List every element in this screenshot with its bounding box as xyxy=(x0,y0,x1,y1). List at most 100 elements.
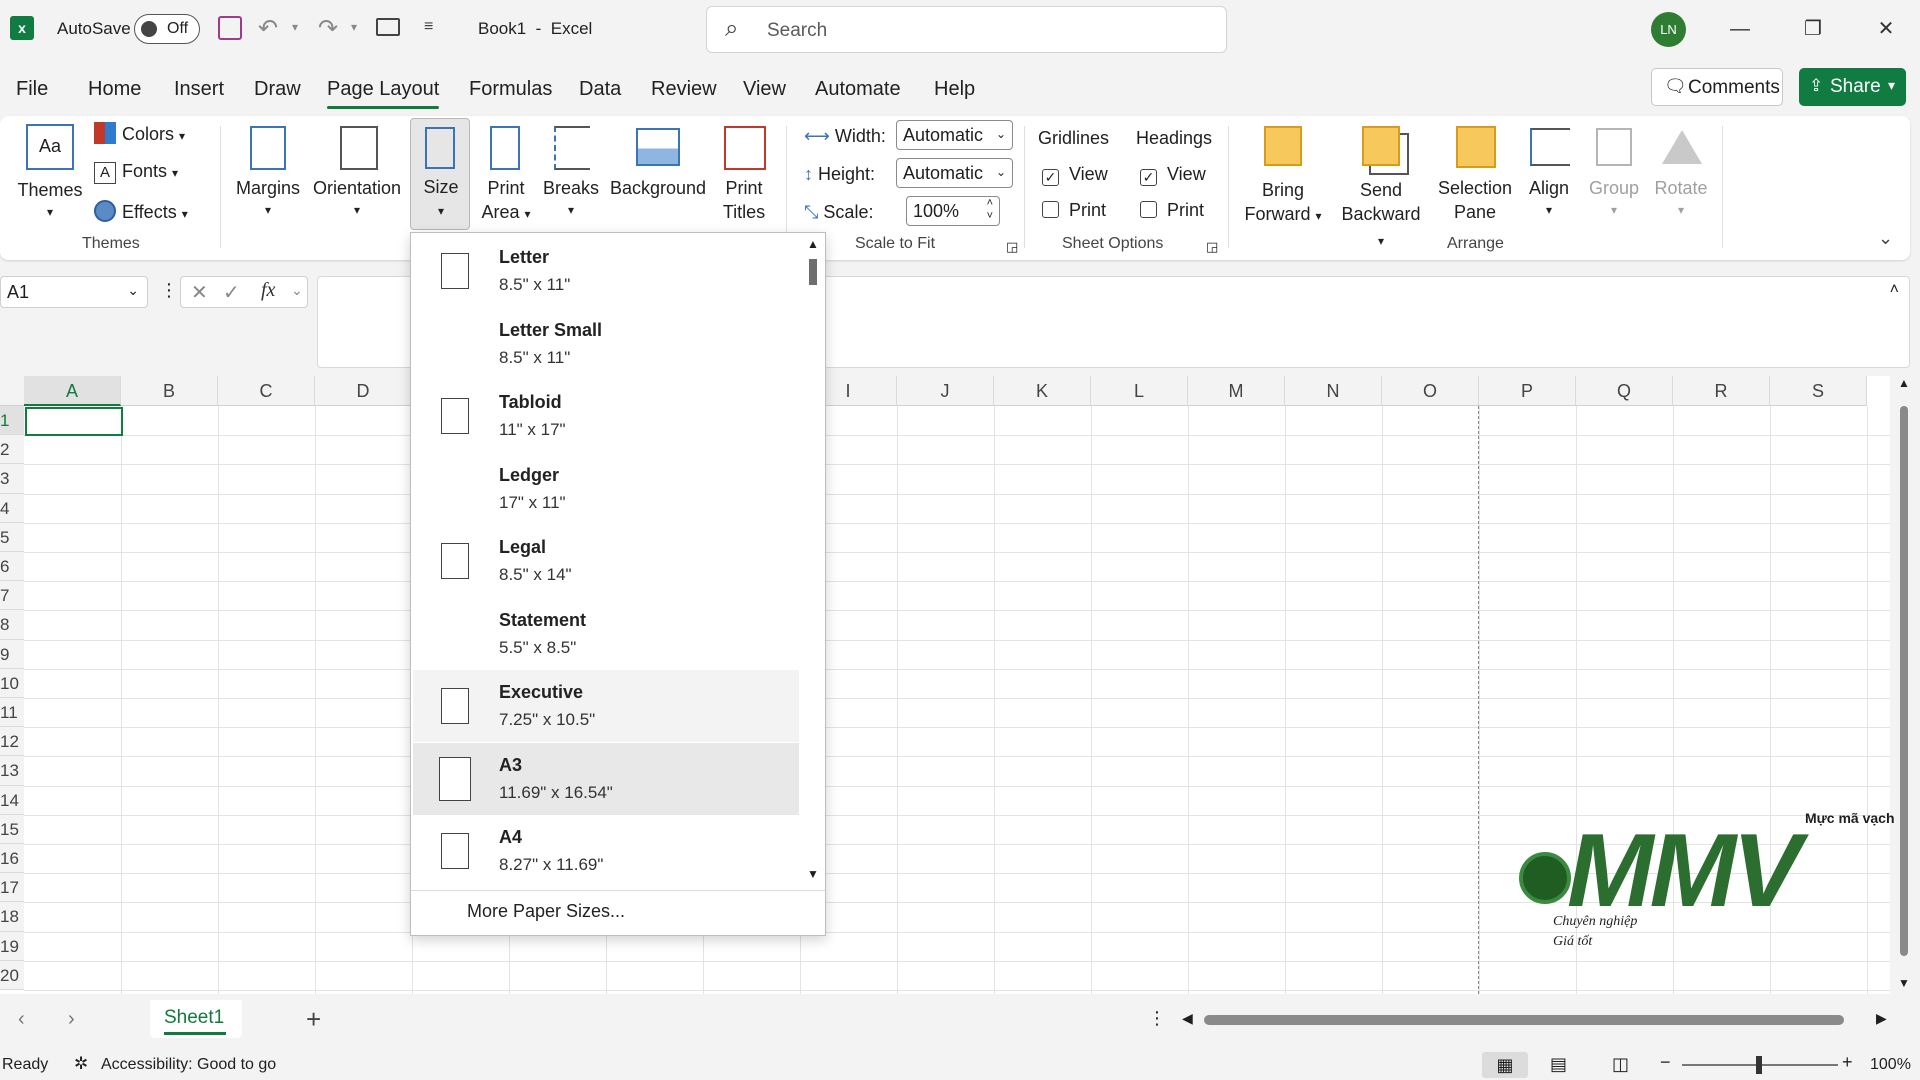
row-header-9[interactable]: 9 xyxy=(0,639,24,669)
search-box[interactable]: ⌕ Search xyxy=(706,6,1227,53)
paper-size-item-a3[interactable]: A3 11.69" x 16.54" xyxy=(413,742,799,815)
fonts-button[interactable]: A Fonts ▾ xyxy=(94,161,178,184)
save-icon[interactable] xyxy=(218,16,242,40)
vertical-scrollbar[interactable]: ▲ ▼ xyxy=(1896,376,1912,994)
themes-button[interactable]: Aa Themes ▾ xyxy=(14,120,86,230)
scale-spinner[interactable]: 100% ˄ ˅ xyxy=(906,196,1000,226)
row-header-8[interactable]: 8 xyxy=(0,610,24,640)
select-all-corner[interactable] xyxy=(0,376,24,406)
restore-icon[interactable]: ❐ xyxy=(1793,10,1833,48)
share-button[interactable]: ⇪ Share ▾ xyxy=(1799,68,1906,106)
tab-automate[interactable]: Automate xyxy=(815,78,901,101)
row-header-16[interactable]: 16 xyxy=(0,844,24,874)
paper-size-item-letter[interactable]: Letter 8.5" x 11" xyxy=(413,235,799,307)
row-header-15[interactable]: 15 xyxy=(0,814,24,844)
tab-data[interactable]: Data xyxy=(579,78,621,101)
row-header-14[interactable]: 14 xyxy=(0,785,24,815)
open-folder-icon[interactable] xyxy=(376,18,400,36)
dialog-launcher-icon[interactable]: ◲ xyxy=(1206,239,1218,255)
menu-scrollbar[interactable]: ▲ ▼ xyxy=(803,235,823,885)
column-header-d[interactable]: D xyxy=(315,376,412,406)
paper-size-item-executive[interactable]: Executive 7.25" x 10.5" xyxy=(413,670,799,742)
undo-dropdown-icon[interactable]: ▾ xyxy=(292,20,298,34)
orientation-button[interactable]: Orientation ▾ xyxy=(310,120,404,230)
cancel-icon[interactable]: ✕ xyxy=(191,280,208,305)
print-area-button[interactable]: Print Area ▾ xyxy=(474,120,538,230)
scroll-thumb[interactable] xyxy=(1900,406,1908,956)
paper-size-item-a4[interactable]: A4 8.27" x 11.69" xyxy=(413,815,799,887)
paper-size-item-tabloid[interactable]: Tabloid 11" x 17" xyxy=(413,380,799,452)
redo-dropdown-icon[interactable]: ▾ xyxy=(351,20,357,34)
column-header-l[interactable]: L xyxy=(1091,376,1188,406)
scroll-thumb[interactable] xyxy=(1204,1015,1844,1025)
bring-forward-button[interactable]: Bring Forward ▾ xyxy=(1238,120,1328,234)
gridlines-print-checkbox[interactable]: Print xyxy=(1042,200,1106,221)
tab-insert[interactable]: Insert xyxy=(174,78,224,101)
more-options-icon[interactable]: ⋮ xyxy=(1148,1008,1166,1029)
gridlines-view-checkbox[interactable]: ✓ View xyxy=(1042,164,1108,186)
row-header-3[interactable]: 3 xyxy=(0,464,24,494)
prev-sheet-icon[interactable]: ‹ xyxy=(18,1008,25,1031)
paper-size-item-ledger[interactable]: Ledger 17" x 11" xyxy=(413,453,799,525)
active-cell[interactable] xyxy=(25,407,123,436)
accessibility-status[interactable]: Accessibility: Good to go xyxy=(101,1056,276,1074)
row-header-17[interactable]: 17 xyxy=(0,873,24,903)
column-header-n[interactable]: N xyxy=(1285,376,1382,406)
row-header-18[interactable]: 18 xyxy=(0,902,24,932)
minimize-icon[interactable]: — xyxy=(1720,10,1760,48)
zoom-slider-thumb[interactable] xyxy=(1756,1056,1762,1074)
column-header-k[interactable]: K xyxy=(994,376,1091,406)
sheet-tab-sheet1[interactable]: Sheet1 xyxy=(150,1000,242,1038)
headings-print-checkbox[interactable]: Print xyxy=(1140,200,1204,221)
collapse-formula-icon[interactable]: ˄ xyxy=(1890,281,1899,299)
scroll-up-icon[interactable]: ▲ xyxy=(807,237,819,251)
row-header-7[interactable]: 7 xyxy=(0,581,24,611)
scroll-down-icon[interactable]: ▼ xyxy=(1898,976,1910,990)
zoom-out-icon[interactable]: − xyxy=(1660,1052,1671,1073)
scroll-left-icon[interactable]: ◀ xyxy=(1182,1010,1193,1027)
rotate-button[interactable]: Rotate ▾ xyxy=(1650,120,1712,234)
name-box[interactable]: A1 ⌄ xyxy=(0,276,148,308)
row-header-1[interactable]: 1 xyxy=(0,406,24,436)
column-header-b[interactable]: B xyxy=(121,376,218,406)
row-header-10[interactable]: 10 xyxy=(0,668,24,698)
insert-function-icon[interactable]: fx xyxy=(261,279,275,302)
column-header-q[interactable]: Q xyxy=(1576,376,1673,406)
headings-view-checkbox[interactable]: ✓ View xyxy=(1140,164,1206,186)
column-header-m[interactable]: M xyxy=(1188,376,1285,406)
row-header-4[interactable]: 4 xyxy=(0,493,24,523)
normal-view-icon[interactable]: ▦ xyxy=(1482,1052,1528,1078)
margins-button[interactable]: Margins ▾ xyxy=(232,120,304,230)
breaks-button[interactable]: Breaks ▾ xyxy=(542,120,600,230)
close-icon[interactable]: ✕ xyxy=(1866,10,1906,48)
tab-help[interactable]: Help xyxy=(934,78,975,101)
column-header-s[interactable]: S xyxy=(1770,376,1867,406)
scroll-down-icon[interactable]: ▼ xyxy=(807,867,819,881)
collapse-ribbon-icon[interactable]: ⌄ xyxy=(1878,228,1893,249)
column-header-a[interactable]: A xyxy=(24,376,121,406)
align-button[interactable]: Align ▾ xyxy=(1524,120,1574,234)
paper-size-item-statement[interactable]: Statement 5.5" x 8.5" xyxy=(413,598,799,670)
scroll-thumb[interactable] xyxy=(809,259,817,285)
tab-review[interactable]: Review xyxy=(651,78,717,101)
add-sheet-icon[interactable]: + xyxy=(306,1004,321,1035)
column-header-j[interactable]: J xyxy=(897,376,994,406)
effects-button[interactable]: Effects ▾ xyxy=(94,200,188,223)
scroll-up-icon[interactable]: ▲ xyxy=(1898,376,1910,390)
customize-toolbar-icon[interactable]: ≡ xyxy=(424,18,433,36)
background-button[interactable]: Background xyxy=(604,120,712,230)
height-dropdown[interactable]: Automatic ⌄ xyxy=(896,158,1013,188)
row-header-13[interactable]: 13 xyxy=(0,756,24,786)
tab-file[interactable]: File xyxy=(16,78,48,101)
more-options-icon[interactable]: ⋮ xyxy=(160,280,178,301)
zoom-in-icon[interactable]: + xyxy=(1842,1052,1853,1073)
dialog-launcher-icon[interactable]: ◲ xyxy=(1006,239,1018,255)
redo-icon[interactable]: ↷ xyxy=(318,14,338,43)
width-dropdown[interactable]: Automatic ⌄ xyxy=(896,120,1013,150)
tab-formulas[interactable]: Formulas xyxy=(469,78,552,101)
group-button[interactable]: Group ▾ xyxy=(1586,120,1642,234)
tab-home[interactable]: Home xyxy=(88,78,141,101)
row-header-11[interactable]: 11 xyxy=(0,698,24,728)
row-header-20[interactable]: 20 xyxy=(0,960,24,990)
page-break-preview-icon[interactable]: ◫ xyxy=(1612,1054,1629,1075)
